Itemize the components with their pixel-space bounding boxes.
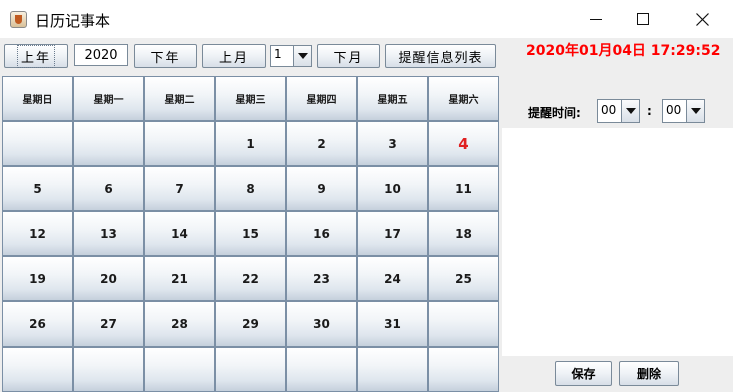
day-cell[interactable]: 3 [357, 121, 428, 167]
day-cell[interactable]: 19 [2, 256, 73, 302]
weekday-header: 星期六 [428, 76, 499, 122]
delete-button[interactable]: 删除 [619, 361, 679, 386]
maximize-icon [637, 13, 649, 25]
day-cell-empty[interactable] [73, 346, 144, 392]
chevron-down-icon[interactable] [686, 100, 704, 122]
next-year-button[interactable]: 下年 [134, 44, 197, 68]
close-icon [695, 12, 709, 26]
main-panel: 上年 2020 下年 上月 1 下月 提醒信息列表 星期日 星期一 星期二 星期三 星期… [0, 38, 733, 392]
minimize-button[interactable] [572, 5, 620, 33]
day-cell[interactable]: 11 [428, 166, 499, 212]
prev-month-label: 上月 [218, 50, 249, 66]
current-datetime: 2020年01月04日 17:29:52 [526, 43, 721, 59]
day-cell[interactable]: 20 [73, 256, 144, 302]
year-input[interactable]: 2020 [74, 44, 128, 66]
day-cell[interactable]: 12 [2, 211, 73, 257]
day-cell[interactable]: 13 [73, 211, 144, 257]
minute-select-value: 00 [666, 103, 682, 117]
minimize-icon [590, 19, 602, 20]
remind-time-label: 提醒时间: [528, 106, 581, 120]
day-cell[interactable]: 25 [428, 256, 499, 302]
day-cell[interactable]: 15 [215, 211, 286, 257]
day-cell[interactable]: 21 [144, 256, 215, 302]
prev-year-button[interactable]: 上年 [4, 44, 68, 68]
day-cell[interactable]: 31 [357, 301, 428, 347]
calendar-grid: 星期日 星期一 星期二 星期三 星期四 星期五 星期六 1 2 3 4 5 6 7 8 9 10 11 12 13 14… [2, 76, 499, 392]
weekday-header: 星期三 [215, 76, 286, 122]
maximize-button[interactable] [619, 5, 667, 33]
note-textarea[interactable] [502, 128, 733, 356]
day-cell-empty[interactable] [2, 346, 73, 392]
day-cell-empty[interactable] [144, 121, 215, 167]
day-cell[interactable]: 17 [357, 211, 428, 257]
month-select[interactable]: 1 [270, 45, 312, 67]
day-cell[interactable]: 2 [286, 121, 357, 167]
day-cell-empty[interactable] [357, 346, 428, 392]
day-cell[interactable]: 7 [144, 166, 215, 212]
reminder-list-label: 提醒信息列表 [398, 50, 483, 66]
java-app-icon [10, 11, 27, 28]
hour-select[interactable]: 00 [597, 99, 640, 123]
day-cell-empty[interactable] [73, 121, 144, 167]
day-cell[interactable]: 24 [357, 256, 428, 302]
day-cell-empty[interactable] [428, 346, 499, 392]
time-colon: : [647, 104, 652, 118]
day-cell-empty[interactable] [286, 346, 357, 392]
minute-select[interactable]: 00 [662, 99, 705, 123]
delete-label: 删除 [636, 367, 661, 381]
day-cell[interactable]: 23 [286, 256, 357, 302]
hour-select-value: 00 [601, 103, 617, 117]
day-cell[interactable]: 29 [215, 301, 286, 347]
day-cell[interactable]: 6 [73, 166, 144, 212]
save-button[interactable]: 保存 [555, 361, 612, 386]
day-cell[interactable]: 4 [428, 121, 499, 167]
day-cell[interactable]: 26 [2, 301, 73, 347]
next-month-button[interactable]: 下月 [317, 44, 380, 68]
window-title: 日历记事本 [35, 12, 111, 30]
day-cell-empty[interactable] [428, 301, 499, 347]
day-cell[interactable]: 8 [215, 166, 286, 212]
day-cell-empty[interactable] [144, 346, 215, 392]
day-cell[interactable]: 16 [286, 211, 357, 257]
day-cell[interactable]: 30 [286, 301, 357, 347]
month-select-value: 1 [274, 47, 282, 61]
day-cell[interactable]: 22 [215, 256, 286, 302]
prev-month-button[interactable]: 上月 [202, 44, 266, 68]
day-cell[interactable]: 9 [286, 166, 357, 212]
weekday-header: 星期五 [357, 76, 428, 122]
prev-year-label: 上年 [16, 44, 56, 68]
day-cell[interactable]: 5 [2, 166, 73, 212]
save-label: 保存 [571, 367, 596, 381]
day-cell[interactable]: 27 [73, 301, 144, 347]
chevron-down-icon[interactable] [621, 100, 639, 122]
day-cell[interactable]: 28 [144, 301, 215, 347]
day-cell-empty[interactable] [2, 121, 73, 167]
day-cell[interactable]: 18 [428, 211, 499, 257]
chevron-down-icon[interactable] [293, 46, 311, 66]
title-bar: 日历记事本 [0, 0, 733, 38]
weekday-header: 星期四 [286, 76, 357, 122]
day-cell-empty[interactable] [215, 346, 286, 392]
next-year-label: 下年 [150, 50, 181, 66]
day-cell[interactable]: 1 [215, 121, 286, 167]
reminder-list-button[interactable]: 提醒信息列表 [385, 44, 496, 68]
next-month-label: 下月 [333, 50, 364, 66]
day-cell[interactable]: 14 [144, 211, 215, 257]
weekday-header: 星期一 [73, 76, 144, 122]
close-button[interactable] [678, 5, 726, 33]
day-cell[interactable]: 10 [357, 166, 428, 212]
weekday-header: 星期二 [144, 76, 215, 122]
weekday-header: 星期日 [2, 76, 73, 122]
